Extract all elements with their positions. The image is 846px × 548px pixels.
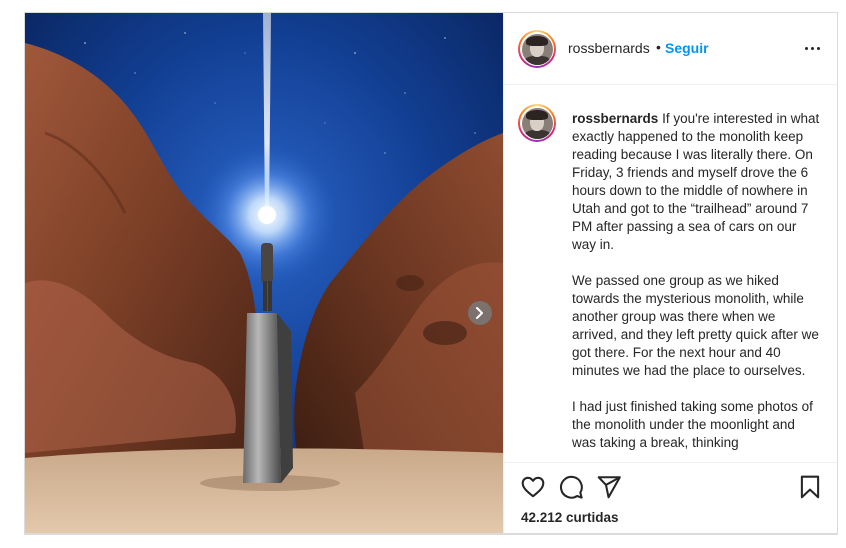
follow-button[interactable]: Seguir xyxy=(665,40,709,56)
action-bar: 42.212 curtidas xyxy=(504,462,837,533)
username-link[interactable]: rossbernards xyxy=(568,40,650,56)
post-caption: rossbernards If you're interested in wha… xyxy=(572,110,822,462)
next-image-button[interactable] xyxy=(468,301,492,325)
chevron-right-icon xyxy=(476,307,483,319)
post-image[interactable] xyxy=(25,13,503,533)
caption-text: If you're interested in what exactly hap… xyxy=(572,111,820,252)
more-options-icon[interactable] xyxy=(805,41,821,55)
avatar-image xyxy=(521,33,553,65)
comment-icon[interactable] xyxy=(558,474,584,500)
caption-paragraph: I had just finished taking some photos o… xyxy=(572,399,813,450)
share-paper-plane-icon[interactable] xyxy=(596,474,622,500)
like-count[interactable]: 42.212 curtidas xyxy=(521,510,619,525)
save-bookmark-icon[interactable] xyxy=(797,474,823,500)
avatar-image xyxy=(521,107,553,139)
post-header: rossbernards • Seguir xyxy=(504,13,837,85)
post-sidebar: rossbernards • Seguir rossbernards If yo… xyxy=(503,13,837,533)
caption-paragraph: rossbernards If you're interested in wha… xyxy=(572,110,822,254)
comments-area[interactable]: rossbernards If you're interested in wha… xyxy=(504,86,837,462)
caption-avatar[interactable] xyxy=(518,104,556,142)
like-heart-icon[interactable] xyxy=(520,474,546,500)
separator-dot: • xyxy=(656,39,661,55)
page-divider xyxy=(24,534,838,535)
avatar[interactable] xyxy=(518,30,556,68)
monolith-photo xyxy=(25,13,503,533)
post-card: rossbernards • Seguir rossbernards If yo… xyxy=(24,12,838,534)
caption-paragraph: We passed one group as we hiked towards … xyxy=(572,273,819,378)
caption-username-link[interactable]: rossbernards xyxy=(572,111,658,126)
